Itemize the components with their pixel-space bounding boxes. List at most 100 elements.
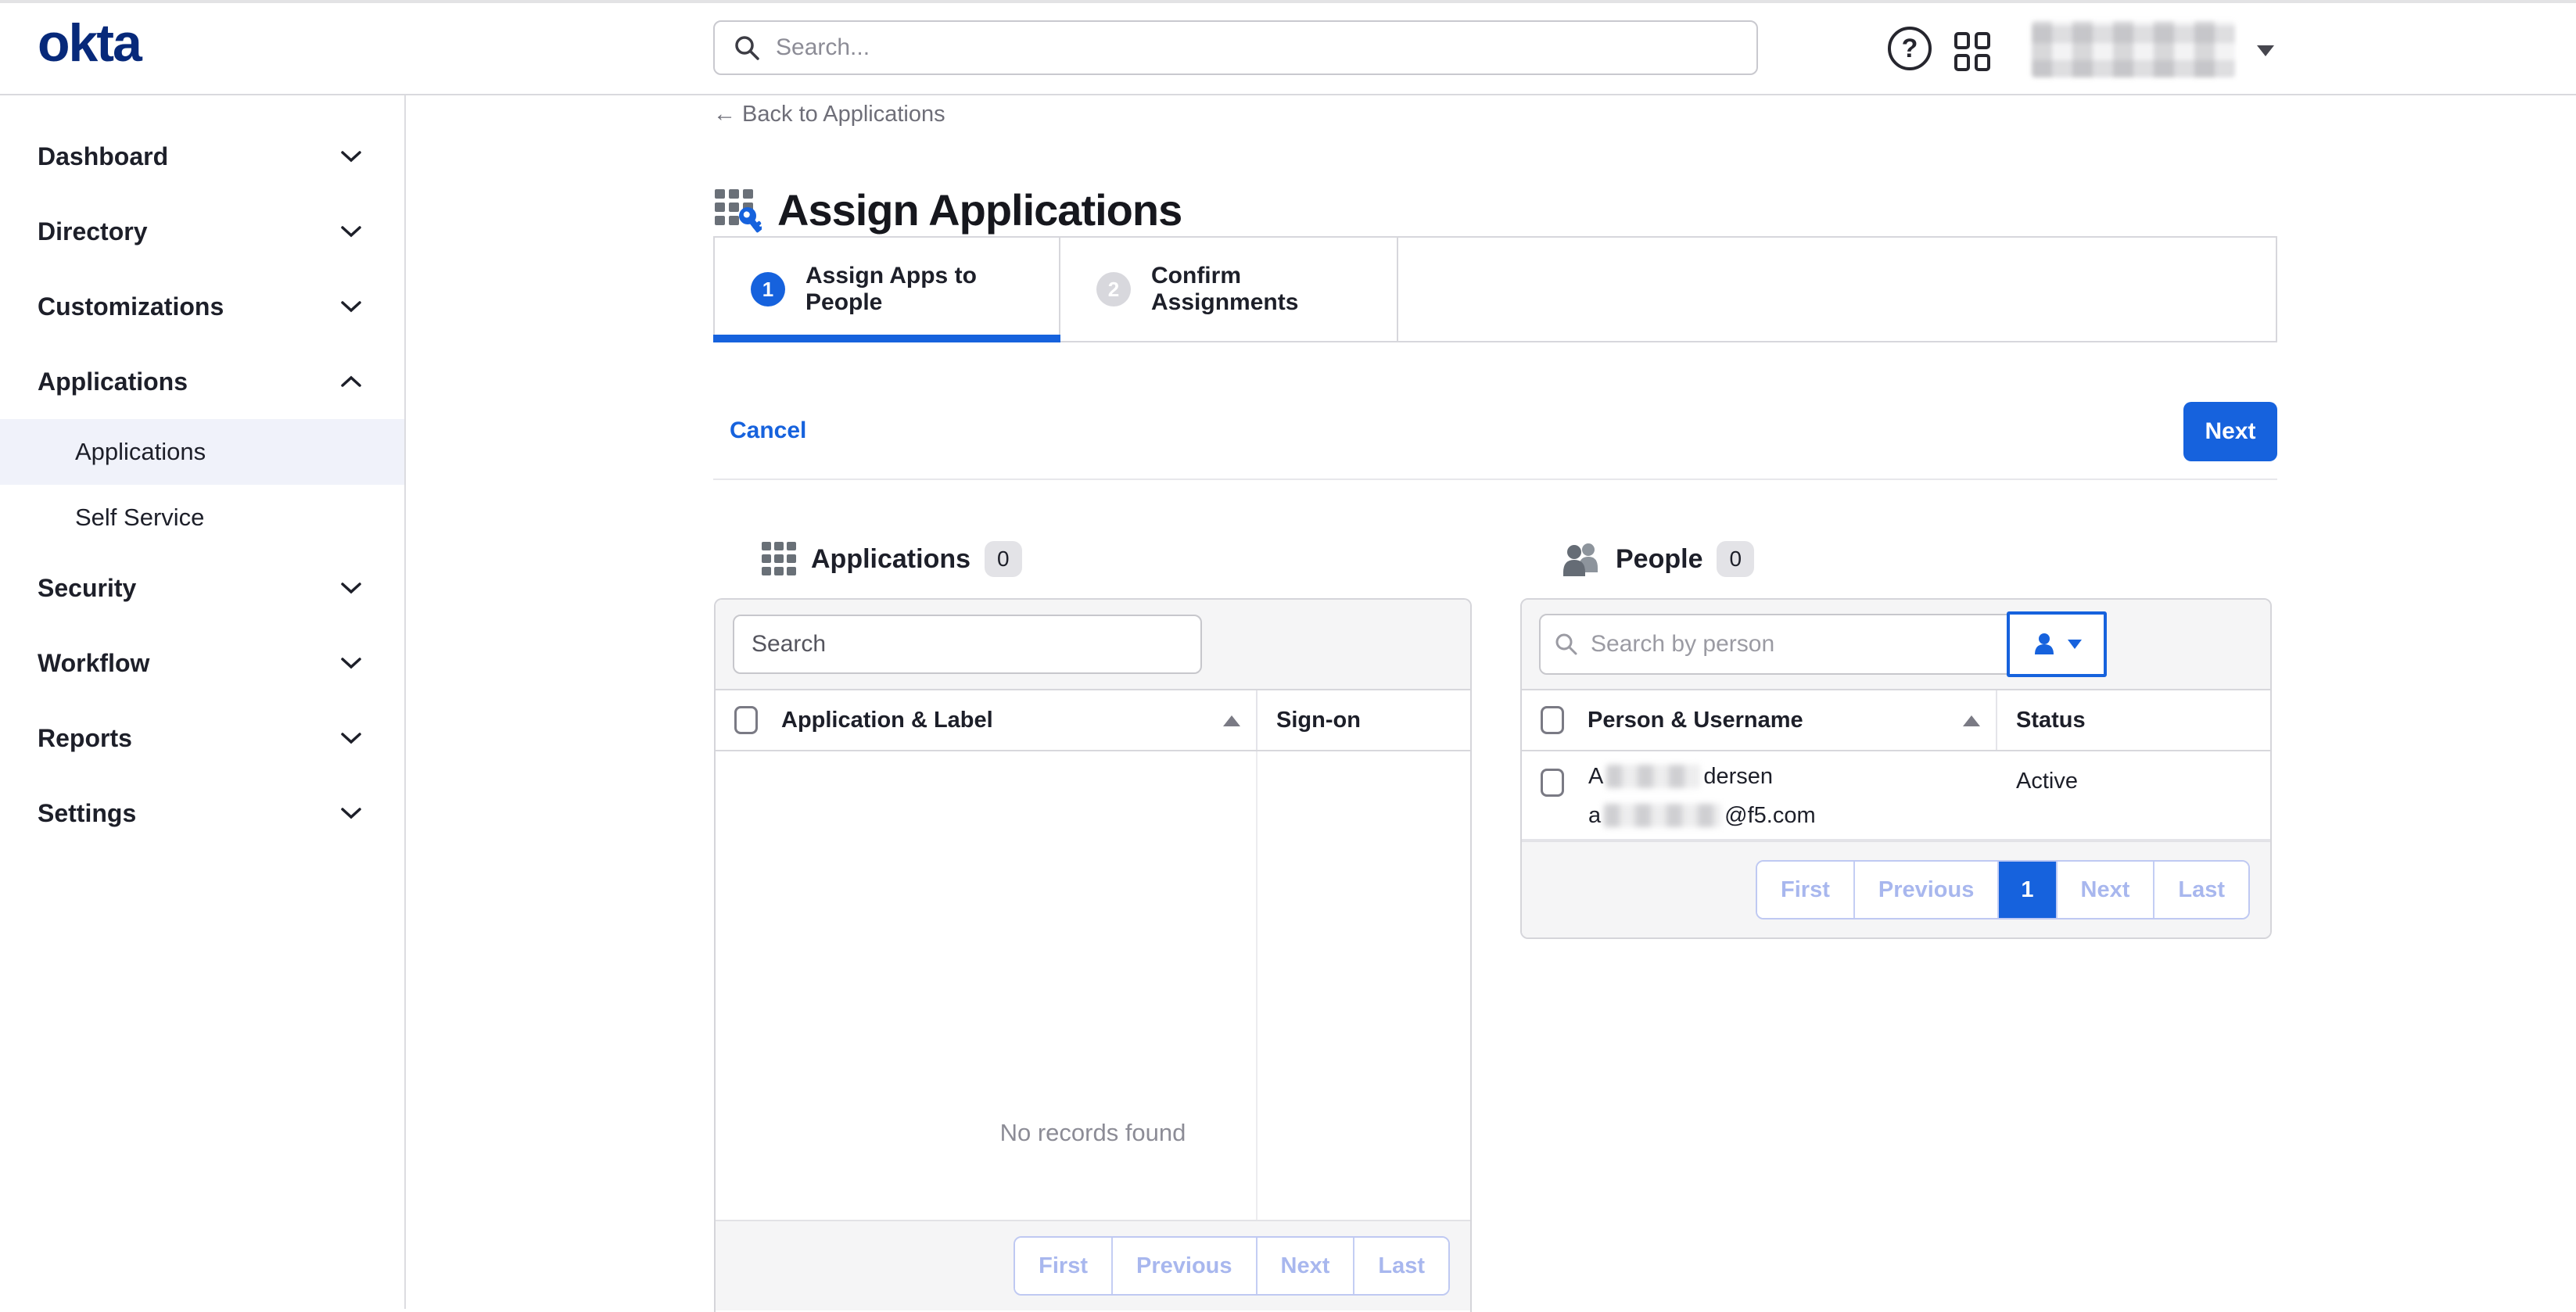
people-search-group (1539, 611, 2107, 677)
column-divider (1256, 690, 1258, 750)
pagination-first-button[interactable]: First (1757, 862, 1853, 918)
chevron-down-icon (340, 732, 362, 744)
people-toolbar (1522, 600, 2270, 690)
global-search[interactable] (713, 20, 1758, 75)
person-filter-dropdown-button[interactable] (2007, 611, 2107, 677)
chevron-down-icon (340, 582, 362, 594)
applications-panel: Application & Label Sign-on No records f… (714, 598, 1472, 1312)
chevron-down-icon (340, 657, 362, 669)
people-section-title: People (1616, 544, 1702, 575)
sort-ascending-icon[interactable] (1223, 715, 1240, 726)
person-email-suffix: @f5.com (1724, 803, 1815, 828)
tab-confirm-assignments[interactable]: 2 Confirm Assignments (1060, 238, 1398, 341)
applications-table-header: Application & Label Sign-on (716, 690, 1470, 751)
user-menu[interactable] (2032, 19, 2249, 80)
people-section-header: People 0 (1562, 541, 1754, 577)
page-title: Assign Applications (777, 185, 1182, 235)
person-name-suffix: dersen (1703, 764, 1773, 789)
tab-assign-apps-to-people[interactable]: 1 Assign Apps to People (715, 238, 1060, 341)
sidebar-item-dashboard[interactable]: Dashboard (0, 119, 404, 194)
people-icon (1562, 541, 1602, 577)
sidebar-subitem-label: Applications (75, 438, 206, 466)
person-username: a @f5.com (1588, 803, 1816, 829)
help-button[interactable]: ? (1888, 27, 1932, 70)
people-pagination-footer: First Previous 1 Next Last (1522, 841, 2270, 937)
sidebar-item-label: Settings (38, 799, 136, 828)
applications-search-input[interactable] (733, 615, 1202, 674)
next-button[interactable]: Next (2183, 402, 2277, 461)
pagination-previous-button[interactable]: Previous (1111, 1238, 1256, 1294)
sidebar-subitem-applications[interactable]: Applications (0, 419, 404, 485)
sort-ascending-icon[interactable] (1963, 715, 1980, 726)
chevron-down-icon (340, 150, 362, 163)
tab-label: Assign Apps to People (805, 263, 1023, 316)
sidebar-item-settings[interactable]: Settings (0, 776, 404, 851)
app-switcher-button[interactable] (1954, 33, 1991, 70)
people-search-input[interactable] (1589, 630, 1993, 658)
select-all-people-checkbox[interactable] (1541, 706, 1564, 734)
column-application-label[interactable]: Application & Label (781, 708, 993, 733)
pagination-next-button[interactable]: Next (2056, 862, 2154, 918)
select-all-applications-checkbox[interactable] (734, 706, 758, 734)
step-number-badge: 2 (1096, 272, 1131, 306)
global-search-input[interactable] (774, 34, 1738, 62)
person-row[interactable]: Adersen a @f5.com Active (1522, 751, 2270, 841)
applications-pagination-footer: First Previous Next Last (716, 1220, 1470, 1310)
sidebar-item-label: Applications (38, 367, 188, 396)
column-person-username[interactable]: Person & Username (1588, 708, 1803, 733)
back-to-applications-link[interactable]: ← Back to Applications (713, 102, 945, 127)
people-table-header: Person & Username Status (1522, 690, 2270, 751)
person-row-checkbox[interactable] (1541, 769, 1564, 797)
question-mark-icon: ? (1902, 35, 1918, 62)
pagination-last-button[interactable]: Last (1353, 1238, 1448, 1294)
column-divider (1996, 690, 1997, 750)
sidebar-item-customizations[interactable]: Customizations (0, 269, 404, 344)
caret-down-icon (2068, 640, 2082, 649)
applications-section-title: Applications (811, 544, 970, 575)
column-divider (1256, 751, 1258, 1220)
window-top-edge (0, 0, 2576, 3)
person-icon (2032, 632, 2057, 657)
column-status: Status (2016, 708, 2086, 733)
sidebar-subitem-self-service[interactable]: Self Service (0, 485, 404, 550)
person-status: Active (2016, 769, 2078, 794)
chevron-down-icon (340, 807, 362, 819)
sidebar-nav: Dashboard Directory Customizations Appli… (0, 95, 406, 1309)
sidebar-item-directory[interactable]: Directory (0, 194, 404, 269)
step-number-badge: 1 (751, 272, 785, 306)
pagination-last-button[interactable]: Last (2153, 862, 2248, 918)
user-menu-caret-icon[interactable] (2257, 45, 2274, 56)
pagination-previous-button[interactable]: Previous (1853, 862, 1998, 918)
pagination-first-button[interactable]: First (1015, 1238, 1111, 1294)
people-panel: Person & Username Status Adersen a @f5.co… (1520, 598, 2272, 939)
applications-section-header: Applications 0 (761, 541, 1022, 577)
okta-logo[interactable]: okta (38, 13, 141, 73)
person-name-prefix: A (1588, 764, 1603, 789)
sidebar-item-label: Customizations (38, 292, 224, 321)
pagination-next-button[interactable]: Next (1256, 1238, 1354, 1294)
section-divider (713, 479, 2277, 480)
person-email-prefix: a (1588, 803, 1601, 828)
tab-label: Confirm Assignments (1151, 263, 1361, 316)
applications-toolbar (716, 600, 1470, 690)
applications-grid-icon (761, 541, 797, 577)
people-pagination: First Previous 1 Next Last (1756, 860, 2250, 919)
sidebar-item-workflow[interactable]: Workflow (0, 626, 404, 701)
wizard-tabs: 1 Assign Apps to People 2 Confirm Assign… (713, 236, 2277, 342)
sidebar-item-label: Reports (38, 724, 132, 753)
sidebar-item-security[interactable]: Security (0, 550, 404, 626)
assign-applications-icon (713, 185, 762, 235)
search-icon (1555, 633, 1578, 656)
redacted-user-name (2032, 21, 2235, 77)
people-search[interactable] (1539, 614, 2008, 675)
sidebar-item-reports[interactable]: Reports (0, 701, 404, 776)
chevron-down-icon (340, 300, 362, 313)
sidebar-item-label: Directory (38, 217, 148, 246)
cancel-link[interactable]: Cancel (730, 418, 806, 444)
redacted-email-segment (1604, 804, 1721, 827)
applications-table-body: No records found (716, 751, 1470, 1220)
pagination-page-1-button[interactable]: 1 (1997, 862, 2055, 918)
applications-count-badge: 0 (985, 541, 1022, 577)
sidebar-item-applications[interactable]: Applications (0, 344, 404, 419)
people-count-badge: 0 (1717, 541, 1754, 577)
